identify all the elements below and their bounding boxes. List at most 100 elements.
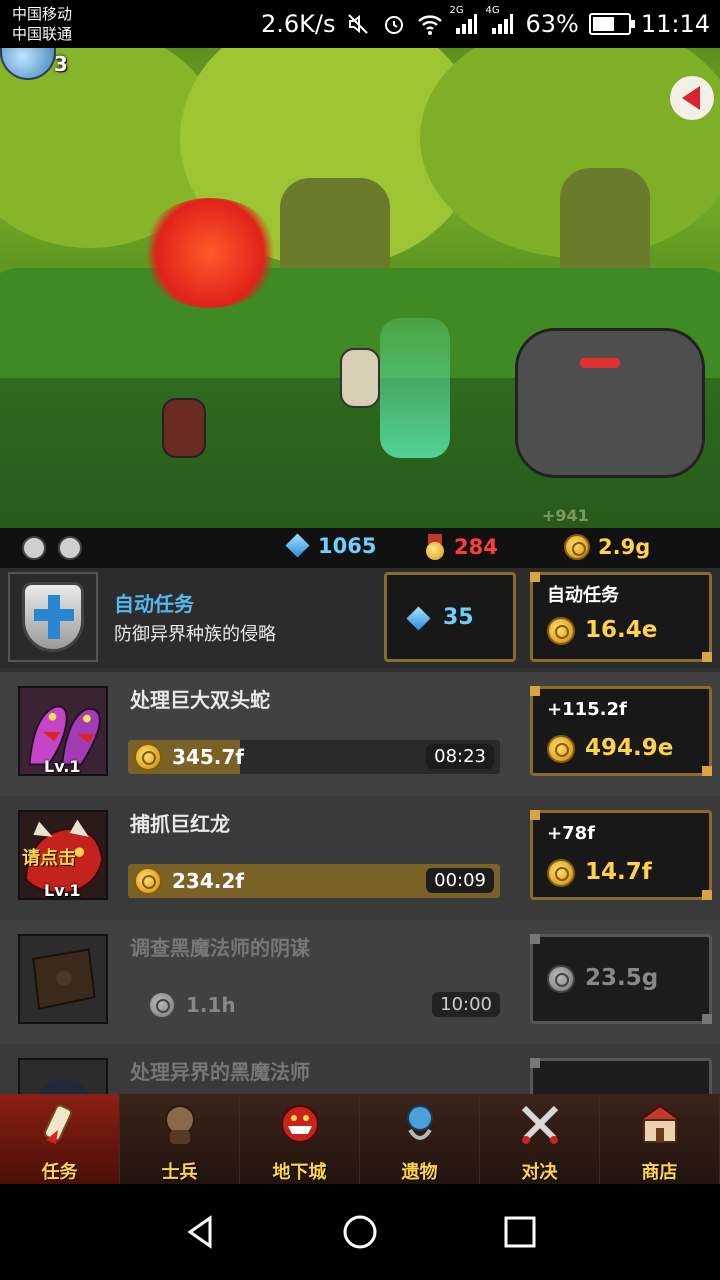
auto-quest-gem-cost: 35 xyxy=(443,605,474,630)
auto-quest-gem-button[interactable]: 35 xyxy=(384,572,516,662)
battery-icon xyxy=(588,13,635,35)
robot-helmet-icon[interactable] xyxy=(58,536,82,560)
signal-4g-label: 4G xyxy=(485,5,500,16)
relic-icon xyxy=(407,1105,433,1140)
scroll-map-icon xyxy=(20,936,106,1022)
back-triangle-icon[interactable] xyxy=(182,1214,218,1250)
knight-helmet-icon[interactable] xyxy=(22,536,46,560)
gold-coin-icon xyxy=(547,735,575,763)
quest-progress-bar: 345.7f 08:23 xyxy=(128,740,500,774)
ally-character xyxy=(340,348,380,408)
battle-scene[interactable]: 3 +941 xyxy=(0,48,720,528)
corner-ornament xyxy=(702,766,712,776)
auto-quest-button-amount: 16.4e xyxy=(585,617,658,643)
arrow-left-icon xyxy=(681,86,700,110)
swords-icon xyxy=(521,1105,559,1144)
medal-icon xyxy=(424,534,446,560)
status-icons: 2.6K/s 2G 4G 63% 11:14 xyxy=(261,5,710,40)
enemy-eyes xyxy=(580,358,620,368)
quest-row-locked[interactable]: 处理异界的黑魔法师 xyxy=(0,1044,720,1094)
hero-character xyxy=(162,398,206,458)
fire-effect xyxy=(140,198,280,308)
quest-row[interactable]: 请点击 Lv.1 捕抓巨红龙 234.2f 00:09 +78f 14.7f xyxy=(0,796,720,920)
gold-coin-icon xyxy=(547,859,575,887)
gold-counter: 2.9g xyxy=(564,534,650,560)
quest-upgrade-button[interactable]: +115.2f 494.9e xyxy=(530,686,712,776)
quest-thumbnail[interactable] xyxy=(18,934,108,1024)
diamond-icon xyxy=(407,607,431,631)
medal-counter: 284 xyxy=(424,534,498,560)
level-gem-icon xyxy=(0,48,56,80)
signal-2g-icon: 2G xyxy=(449,5,479,37)
quest-upgrade-gain: +78f xyxy=(547,823,595,844)
quest-thumbnail[interactable]: Lv.1 xyxy=(18,686,108,776)
quest-level: Lv.1 xyxy=(44,881,81,900)
gold-coin-icon xyxy=(134,867,162,895)
quest-title: 调查黑魔法师的阴谋 xyxy=(130,936,310,960)
resource-bar: 1065 284 2.9g xyxy=(0,528,720,568)
carrier-1: 中国移动 xyxy=(12,5,73,23)
carrier-labels: 中国移动 中国联通 xyxy=(12,4,72,44)
battery-percent: 63% xyxy=(525,10,579,38)
quest-upgrade-gain: +115.2f xyxy=(547,699,627,720)
recents-square-icon[interactable] xyxy=(502,1214,538,1250)
quest-thumbnail[interactable] xyxy=(18,1058,108,1094)
gold-value: 2.9g xyxy=(598,535,651,559)
collapse-button[interactable] xyxy=(670,76,714,120)
quest-progress-bar: 234.2f 00:09 xyxy=(128,864,500,898)
tab-label: 对决 xyxy=(521,1162,558,1183)
diamond-icon xyxy=(286,534,310,558)
diamond-counter: 1065 xyxy=(286,534,376,558)
corner-ornament xyxy=(530,686,540,696)
quest-title: 捕抓巨红龙 xyxy=(130,812,230,836)
quest-upgrade-button[interactable]: +78f 14.7f xyxy=(530,810,712,900)
tab-duel[interactable]: 对决 xyxy=(480,1094,600,1184)
corner-ornament xyxy=(702,1014,712,1024)
tab-shop[interactable]: 商店 xyxy=(600,1094,720,1184)
signal-4g-icon: 4G xyxy=(485,5,515,37)
dungeon-icon xyxy=(281,1105,319,1143)
quest-upgrade-cost: 494.9e xyxy=(585,735,674,761)
tab-label: 地下城 xyxy=(272,1162,327,1183)
quest-upgrade-cost: 14.7f xyxy=(585,859,652,885)
signal-2g-label: 2G xyxy=(449,5,464,16)
tab-label: 士兵 xyxy=(161,1162,198,1183)
tab-soldiers[interactable]: 士兵 xyxy=(120,1094,240,1184)
quest-timer: 08:23 xyxy=(426,744,494,769)
quest-thumbnail[interactable]: 请点击 Lv.1 xyxy=(18,810,108,900)
auto-quest-row: 自动任务 防御异界种族的侵略 35 自动任务 16.4e xyxy=(0,568,720,668)
gold-coin-icon xyxy=(148,991,176,1019)
corner-ornament xyxy=(530,934,540,944)
stone-golem-enemy[interactable] xyxy=(515,328,705,478)
gold-coin-icon xyxy=(547,965,575,993)
quest-row[interactable]: Lv.1 处理巨大双头蛇 345.7f 08:23 +115.2f 494.9e xyxy=(0,672,720,796)
quest-title: 处理巨大双头蛇 xyxy=(130,688,270,712)
tab-dungeon[interactable]: 地下城 xyxy=(240,1094,360,1184)
tab-relics[interactable]: 遗物 xyxy=(360,1094,480,1184)
corner-ornament xyxy=(702,890,712,900)
quest-unlock-button[interactable] xyxy=(530,1058,712,1094)
home-circle-icon[interactable] xyxy=(342,1214,378,1250)
tap-hint: 请点击 xyxy=(22,848,76,869)
medal-value: 284 xyxy=(454,535,498,559)
scroll-icon xyxy=(43,1104,73,1144)
dark-mage-icon xyxy=(20,1060,106,1094)
quest-unlock-button[interactable]: 23.5g xyxy=(530,934,712,1024)
quest-reward: 345.7f xyxy=(172,745,244,769)
player-level-badge[interactable]: 3 xyxy=(0,48,72,88)
system-navigation-bar xyxy=(0,1184,720,1280)
quest-row-locked[interactable]: 调查黑魔法师的阴谋 1.1h 10:00 23.5g xyxy=(0,920,720,1044)
quest-unlock-cost: 23.5g xyxy=(585,965,659,991)
alarm-icon xyxy=(381,11,407,37)
bottom-nav: 任务 士兵 地下城 遗物 对决 商店 xyxy=(0,1094,720,1184)
shop-icon xyxy=(636,1104,684,1143)
corner-ornament xyxy=(702,652,712,662)
tab-quests[interactable]: 任务 xyxy=(0,1094,120,1184)
corner-ornament xyxy=(530,810,540,820)
gold-coin-icon xyxy=(564,534,590,560)
player-level: 3 xyxy=(54,52,68,76)
auto-quest-button[interactable]: 自动任务 16.4e xyxy=(530,572,712,662)
status-bar: 中国移动 中国联通 2.6K/s 2G 4G 63% 11:14 xyxy=(0,0,720,48)
quest-panel[interactable]: 自动任务 防御异界种族的侵略 35 自动任务 16.4e Lv.1 处理巨大双头… xyxy=(0,568,720,1094)
tab-label: 商店 xyxy=(641,1162,678,1183)
